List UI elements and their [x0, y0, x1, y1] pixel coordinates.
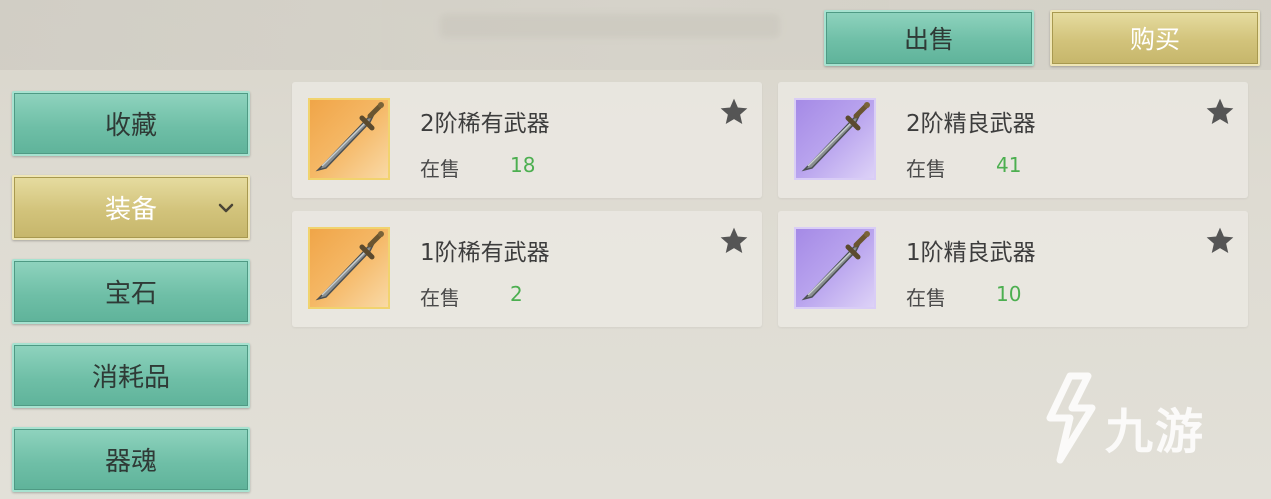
on-sale-count: 10	[996, 282, 1022, 306]
on-sale-count: 41	[996, 153, 1022, 177]
item-card[interactable]: 2阶稀有武器 在售 18	[292, 82, 762, 198]
item-icon-frame	[308, 98, 390, 180]
on-sale-label: 在售	[906, 157, 946, 181]
favorite-star-icon[interactable]	[718, 225, 750, 257]
sword-icon	[315, 102, 384, 172]
sidebar-item-favorites[interactable]: 收藏	[12, 91, 250, 156]
item-icon-frame	[308, 227, 390, 309]
sidebar-item-consumables[interactable]: 消耗品	[12, 343, 250, 408]
favorite-star-icon[interactable]	[1204, 96, 1236, 128]
buy-button[interactable]: 购买	[1050, 10, 1260, 66]
favorite-star-icon[interactable]	[1204, 225, 1236, 257]
sword-icon	[801, 231, 870, 301]
sidebar-item-equipment[interactable]: 装备	[12, 175, 250, 240]
favorite-star-icon[interactable]	[718, 96, 750, 128]
item-name: 2阶稀有武器	[420, 111, 550, 137]
on-sale-count: 18	[510, 153, 536, 177]
sword-icon	[315, 231, 384, 301]
sidebar-item-gems[interactable]: 宝石	[12, 259, 250, 324]
sell-button[interactable]: 出售	[824, 10, 1034, 66]
on-sale-count: 2	[510, 282, 523, 306]
on-sale-label: 在售	[906, 286, 946, 310]
sword-icon	[801, 102, 870, 172]
item-name: 1阶稀有武器	[420, 240, 550, 266]
item-icon-frame	[794, 227, 876, 309]
watermark-text: 九游	[1105, 404, 1206, 460]
item-icon-frame	[794, 98, 876, 180]
sidebar-item-label: 消耗品	[91, 363, 170, 393]
item-card[interactable]: 1阶稀有武器 在售 2	[292, 211, 762, 327]
on-sale-label: 在售	[420, 286, 460, 310]
item-name: 2阶精良武器	[906, 111, 1036, 137]
item-card[interactable]: 2阶精良武器 在售 41	[778, 82, 1248, 198]
sidebar-item-label: 宝石	[104, 279, 157, 309]
item-card[interactable]: 1阶精良武器 在售 10	[778, 211, 1248, 327]
item-name: 1阶精良武器	[906, 240, 1036, 266]
sidebar-item-label: 装备	[104, 195, 157, 225]
sidebar-item-label: 收藏	[104, 111, 157, 141]
chevron-down-icon	[218, 203, 234, 212]
sidebar-item-weapon-souls[interactable]: 器魂	[12, 427, 250, 492]
sidebar-item-label: 器魂	[104, 447, 157, 477]
on-sale-label: 在售	[420, 157, 460, 181]
